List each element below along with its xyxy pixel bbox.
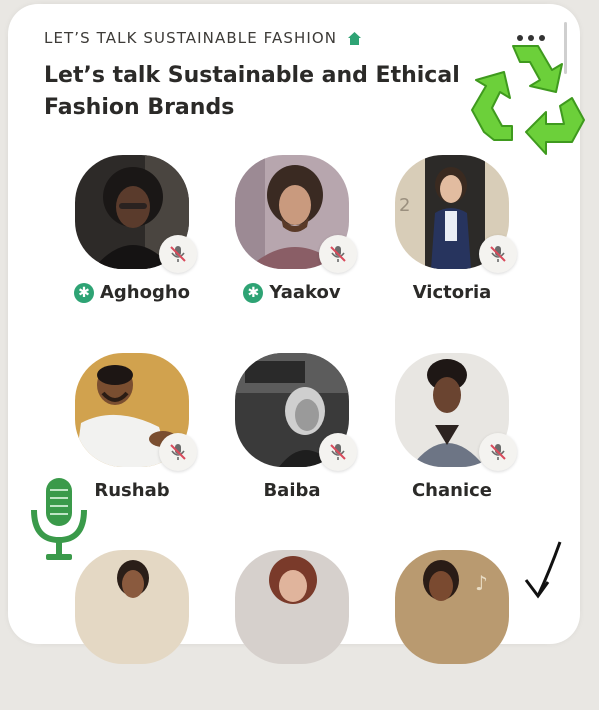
avatar[interactable]	[235, 550, 349, 664]
speaker-row3-right[interactable]: ♪	[395, 550, 525, 710]
speaker-name-row: ✱ Yaakov	[215, 282, 369, 303]
speaker-name: Chanice	[411, 480, 493, 501]
speaker-name: Rushab	[94, 480, 170, 501]
moderator-asterisk-icon: ✱	[73, 282, 94, 303]
recycle-icon	[468, 38, 588, 158]
club-header[interactable]: LET’S TALK SUSTAINABLE FASHION	[44, 27, 362, 49]
avatar[interactable]: ♪	[395, 550, 509, 664]
speaker-rushab[interactable]: Rushab	[75, 353, 205, 513]
speaker-baiba[interactable]: Baiba	[235, 353, 365, 513]
house-icon	[347, 31, 362, 46]
speaker-name: Victoria	[412, 282, 492, 303]
speaker-yaakov[interactable]: ✱ Yaakov	[235, 155, 365, 315]
speaker-name: Baiba	[263, 480, 321, 501]
club-name[interactable]: LET’S TALK SUSTAINABLE FASHION	[44, 29, 337, 47]
speaker-victoria[interactable]: 2 Victoria	[395, 155, 525, 315]
speaker-chanice[interactable]: Chanice	[395, 353, 525, 513]
mic-muted-icon	[159, 235, 197, 273]
speaker-name-row: ✱ Aghogho	[55, 282, 209, 303]
speaker-name-row: Victoria	[375, 282, 529, 303]
mic-muted-icon	[319, 433, 357, 471]
speaker-name: Yaakov	[269, 282, 341, 303]
speaker-aghogho[interactable]: ✱ Aghogho	[73, 155, 205, 315]
avatar[interactable]	[75, 550, 189, 664]
speaker-name-row: Chanice	[375, 480, 529, 501]
mic-muted-icon	[479, 235, 517, 273]
svg-text:♪: ♪	[475, 571, 488, 595]
mic-muted-icon	[319, 235, 357, 273]
svg-text:2: 2	[399, 195, 410, 216]
arrow-down-icon	[520, 540, 570, 600]
speaker-row3-left[interactable]	[75, 550, 205, 710]
moderator-asterisk-icon: ✱	[243, 282, 264, 303]
speaker-name-row: Baiba	[215, 480, 369, 501]
mic-muted-icon	[159, 433, 197, 471]
speaker-name: Aghogho	[99, 282, 191, 303]
mic-muted-icon	[479, 433, 517, 471]
room-title: Let’s talk Sustainable and Ethical Fashi…	[44, 63, 460, 120]
microphone-icon	[26, 476, 92, 562]
speaker-row3-center[interactable]	[235, 550, 365, 710]
